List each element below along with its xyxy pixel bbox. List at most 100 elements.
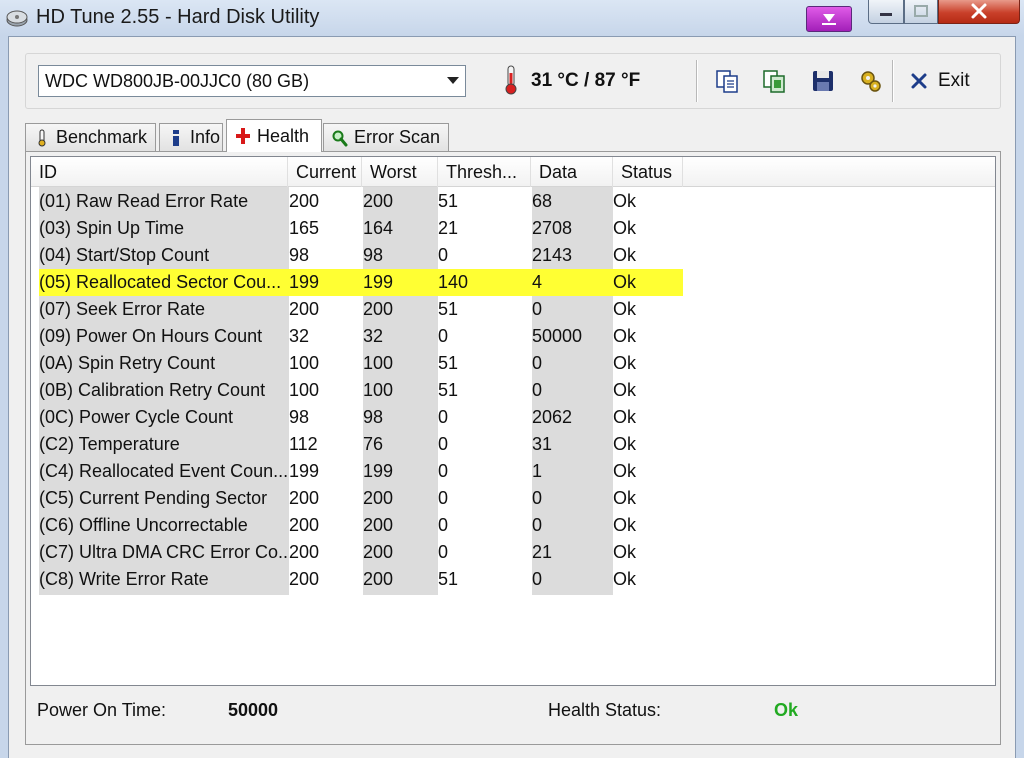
close-x-icon: [911, 73, 927, 89]
table-row[interactable]: (C2) Temperature 112 76 0 31 Ok: [39, 431, 683, 458]
smart-attributes-list[interactable]: ID Current Worst Thresh... Data Status (…: [30, 156, 996, 686]
table-row[interactable]: (07) Seek Error Rate 200 200 51 0 Ok: [39, 296, 683, 323]
cell-id: (C4) Reallocated Event Coun...: [39, 461, 287, 481]
tab-benchmark[interactable]: Benchmark: [25, 123, 156, 151]
cell-worst: 200: [363, 191, 394, 211]
table-row[interactable]: (C7) Ultra DMA CRC Error Co... 200 200 0 21 O…: [39, 539, 683, 566]
cell-data: 2062: [532, 407, 573, 427]
health-status-value: Ok: [774, 700, 799, 720]
cell-current: 112: [289, 434, 318, 454]
cell-data: 2143: [532, 245, 573, 265]
cell-worst: 200: [363, 569, 394, 589]
cell-id: (C5) Current Pending Sector: [39, 488, 268, 508]
cell-current: 98: [289, 407, 310, 427]
download-extra-button[interactable]: [806, 6, 852, 32]
cell-current: 32: [289, 326, 310, 346]
cell-status: Ok: [613, 434, 637, 454]
cell-worst: 98: [363, 245, 384, 265]
tab-label: Info: [190, 127, 221, 147]
cell-id: (C7) Ultra DMA CRC Error Co...: [39, 542, 287, 562]
table-row[interactable]: (04) Start/Stop Count 98 98 0 2143 Ok: [39, 242, 683, 269]
client-area: WDC WD800JB-00JJC0 (80 GB) 31 °C / 87 °F: [8, 36, 1016, 758]
cell-id: (01) Raw Read Error Rate: [39, 191, 249, 211]
cell-current: 199: [289, 272, 320, 292]
cell-status: Ok: [613, 299, 637, 319]
cell-threshold: 0: [438, 542, 449, 562]
tab-label: Error Scan: [354, 127, 441, 147]
column-header-worst[interactable]: Worst: [362, 157, 438, 187]
cell-worst: 200: [363, 299, 394, 319]
cell-threshold: 51: [438, 569, 459, 589]
health-status-label: Health Status:: [548, 700, 662, 720]
cell-data: 1: [532, 461, 543, 481]
cell-data: 68: [532, 191, 553, 211]
cell-status: Ok: [613, 191, 637, 211]
table-row[interactable]: (09) Power On Hours Count 32 32 0 50000 Ok: [39, 323, 683, 350]
cell-status: Ok: [613, 515, 637, 535]
maximize-button[interactable]: [904, 0, 938, 24]
table-row[interactable]: (01) Raw Read Error Rate 200 200 51 68 Ok: [39, 188, 683, 215]
table-row[interactable]: (C5) Current Pending Sector 200 200 0 0 Ok: [39, 485, 683, 512]
copy-text-icon[interactable]: [714, 68, 740, 94]
table-row[interactable]: (0A) Spin Retry Count 100 100 51 0 Ok: [39, 350, 683, 377]
cell-current: 200: [289, 488, 320, 508]
title-bar[interactable]: HD Tune 2.55 - Hard Disk Utility: [0, 0, 1024, 36]
cell-data: 2708: [532, 218, 573, 238]
cell-threshold: 0: [438, 488, 449, 508]
column-header-filler: [683, 157, 995, 187]
drive-dropdown-value: WDC WD800JB-00JJC0 (80 GB): [45, 70, 310, 91]
hard-disk-app-icon: [6, 10, 28, 27]
cell-threshold: 21: [438, 218, 459, 238]
cell-current: 100: [289, 353, 320, 373]
cell-data: 21: [532, 542, 553, 562]
cell-status: Ok: [613, 353, 637, 373]
close-button[interactable]: [938, 0, 1020, 24]
tab-health[interactable]: Health: [226, 119, 322, 152]
cell-data: 0: [532, 299, 543, 319]
cell-data: 31: [532, 434, 553, 454]
table-row[interactable]: (03) Spin Up Time 165 164 21 2708 Ok: [39, 215, 683, 242]
cell-worst: 200: [363, 515, 394, 535]
exit-button[interactable]: Exit: [910, 66, 970, 96]
cell-status: Ok: [613, 407, 637, 427]
table-row[interactable]: (C6) Offline Uncorrectable 200 200 0 0 Ok: [39, 512, 683, 539]
save-icon[interactable]: [810, 68, 836, 94]
table-row[interactable]: (05) Reallocated Sector Cou... 199 199 140 4…: [39, 269, 683, 296]
column-header-threshold[interactable]: Thresh...: [438, 157, 531, 187]
window-controls: [868, 0, 1020, 26]
cell-current: 200: [289, 569, 320, 589]
cell-status: Ok: [613, 272, 637, 292]
cell-data: 4: [532, 272, 543, 292]
options-icon[interactable]: [858, 68, 884, 94]
health-panel: ID Current Worst Thresh... Data Status (…: [25, 151, 1001, 745]
table-row[interactable]: (0B) Calibration Retry Count 100 100 51 0 Ok: [39, 377, 683, 404]
drive-dropdown[interactable]: WDC WD800JB-00JJC0 (80 GB): [38, 65, 466, 97]
minimize-icon: [880, 13, 892, 16]
table-row[interactable]: (C4) Reallocated Event Coun... 199 199 0 1 Ok: [39, 458, 683, 485]
cell-worst: 200: [363, 542, 394, 562]
cell-status: Ok: [613, 569, 637, 589]
cell-data: 0: [532, 515, 543, 535]
copy-screenshot-icon[interactable]: [761, 68, 787, 94]
toolbar-separator: [892, 60, 894, 102]
tab-error-scan[interactable]: Error Scan: [323, 123, 449, 151]
chevron-down-icon[interactable]: [441, 66, 465, 96]
cell-id: (09) Power On Hours Count: [39, 326, 263, 346]
table-row[interactable]: (0C) Power Cycle Count 98 98 0 2062 Ok: [39, 404, 683, 431]
minimize-button[interactable]: [868, 0, 904, 24]
cell-id: (03) Spin Up Time: [39, 218, 185, 238]
column-header-data[interactable]: Data: [531, 157, 613, 187]
column-header-current[interactable]: Current: [288, 157, 362, 187]
cell-threshold: 0: [438, 407, 449, 427]
cell-data: 0: [532, 488, 543, 508]
cell-worst: 199: [363, 272, 394, 292]
cell-id: (04) Start/Stop Count: [39, 245, 210, 265]
column-header-status[interactable]: Status: [613, 157, 683, 187]
download-arrow-icon: [822, 14, 836, 25]
cell-data: 0: [532, 569, 543, 589]
tab-info[interactable]: Info: [159, 123, 223, 151]
cell-worst: 200: [363, 488, 394, 508]
column-header-id[interactable]: ID: [31, 157, 288, 187]
table-row[interactable]: (C8) Write Error Rate 200 200 51 0 Ok: [39, 566, 683, 593]
cell-status: Ok: [613, 542, 637, 562]
